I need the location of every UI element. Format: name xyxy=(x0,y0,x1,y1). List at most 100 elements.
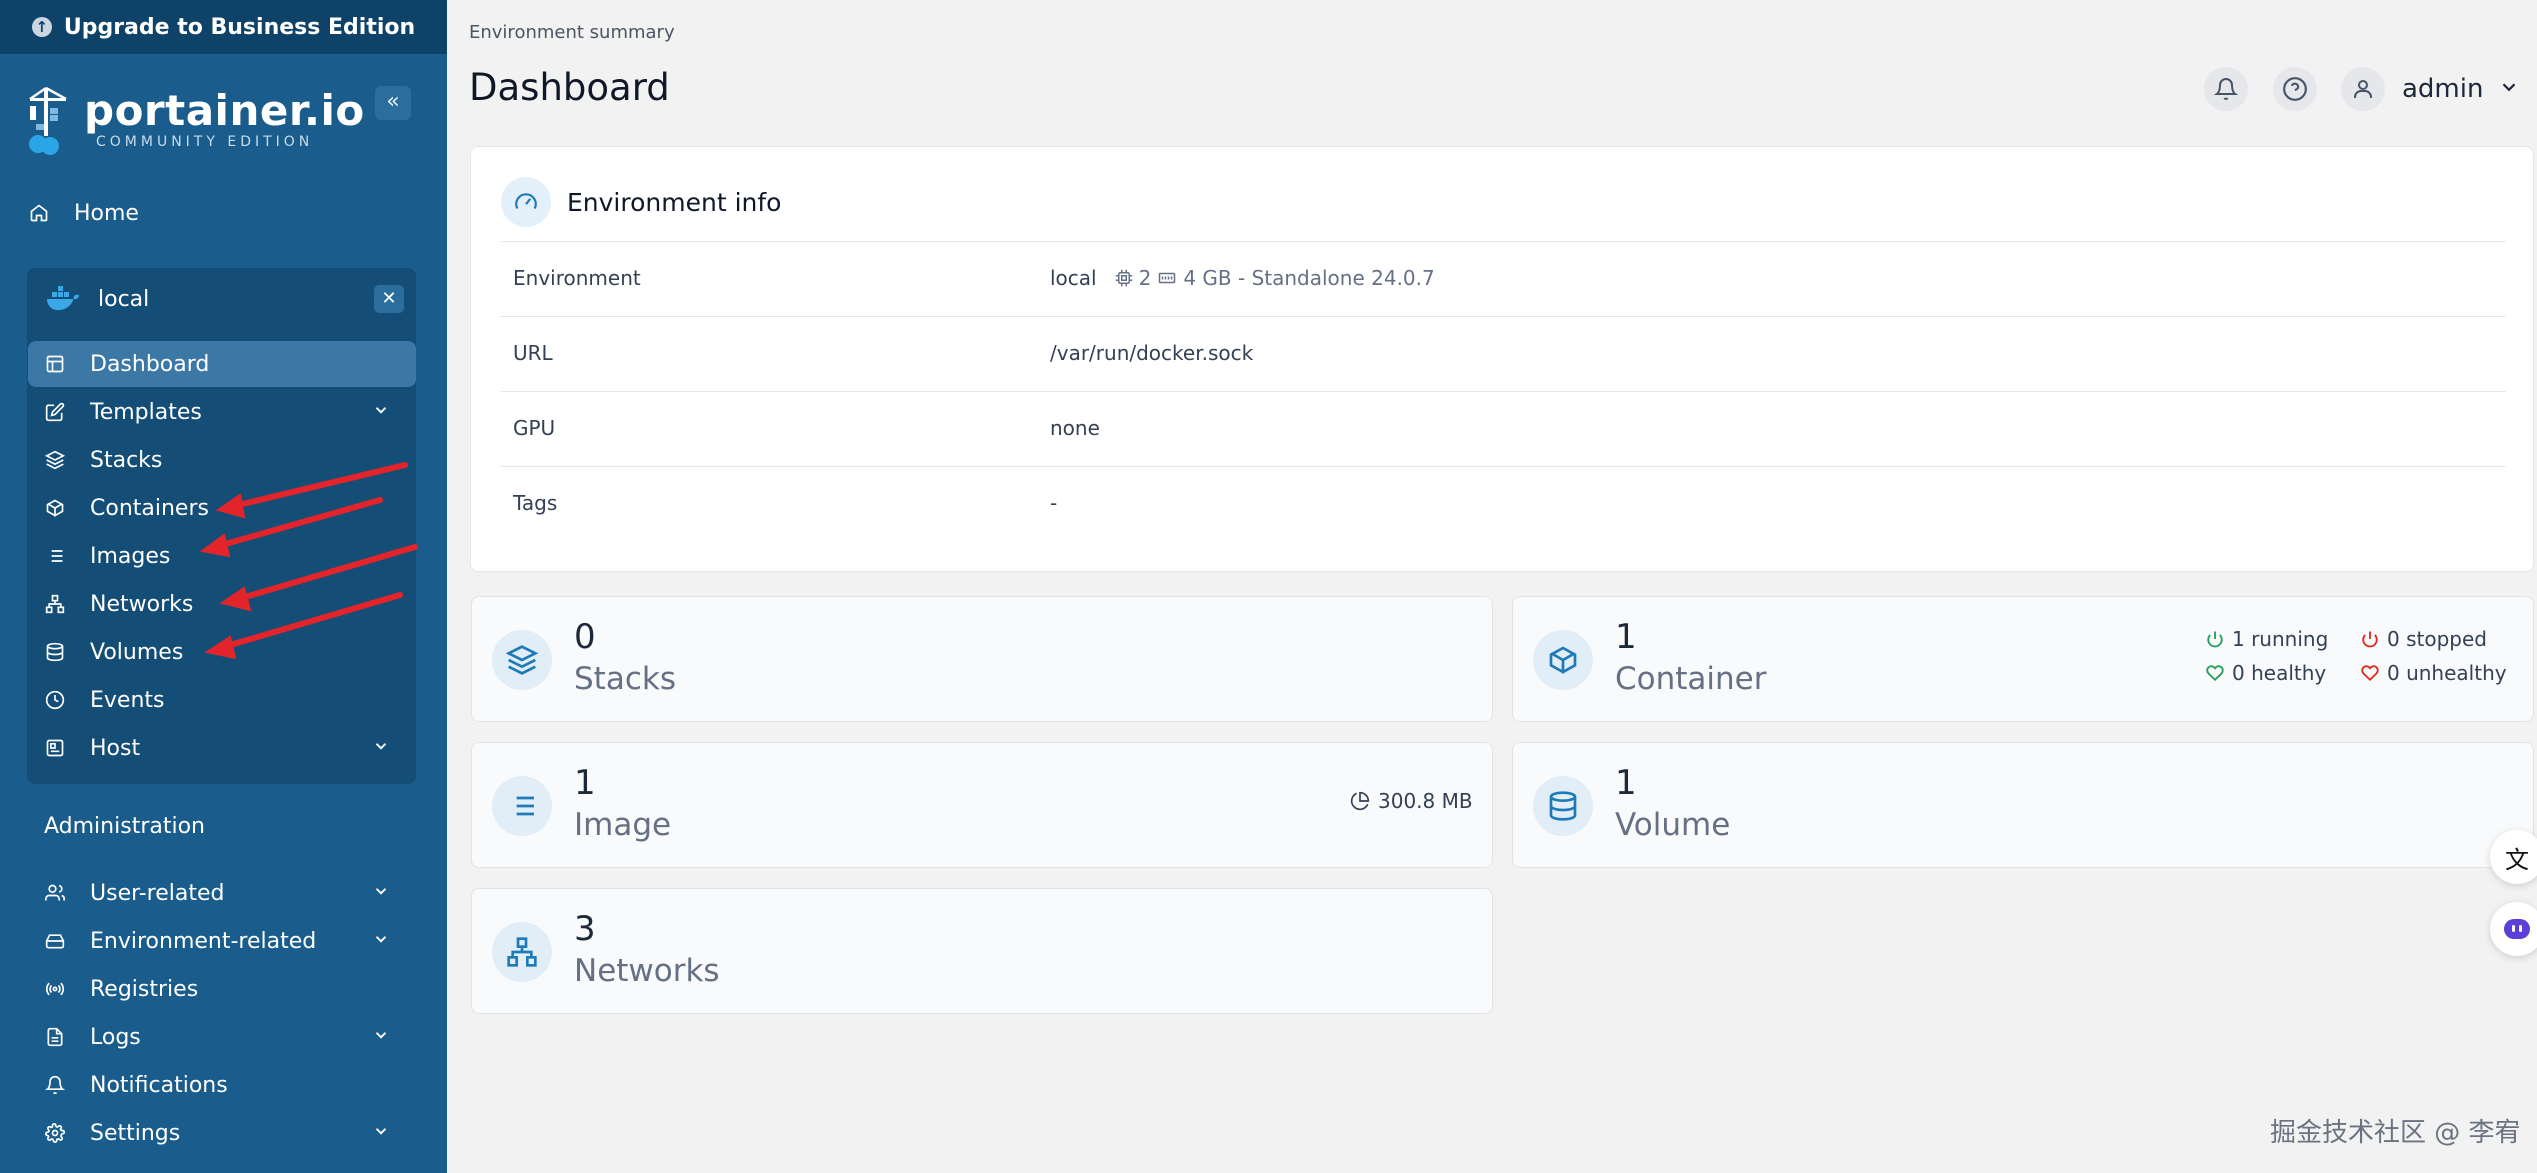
chevron-down-icon xyxy=(372,1121,390,1146)
images-label: Image xyxy=(574,807,672,843)
help-button[interactable] xyxy=(2273,67,2317,111)
sidebar-item-label: Stacks xyxy=(90,447,163,473)
chevron-down-icon xyxy=(372,1025,390,1050)
upgrade-banner[interactable]: ↑ Upgrade to Business Edition xyxy=(0,0,447,54)
info-value: - xyxy=(1050,491,1058,515)
info-key: Tags xyxy=(513,491,558,515)
close-icon: ✕ xyxy=(381,288,397,309)
sidebar-item-dashboard[interactable]: Dashboard xyxy=(44,342,209,386)
sidebar-item-stacks[interactable]: Stacks xyxy=(44,438,162,482)
assistant-button[interactable] xyxy=(2490,902,2537,956)
box-icon xyxy=(44,497,66,519)
sidebar-item-label: Networks xyxy=(90,591,194,617)
info-value: none xyxy=(1050,416,1100,440)
chevron-down-icon xyxy=(372,929,390,954)
sidebar-item-label: Registries xyxy=(90,976,199,1002)
sidebar-item-label: Environment-related xyxy=(90,928,317,954)
sidebar-item-host[interactable]: Host xyxy=(44,726,387,770)
stopped-status: 0 stopped xyxy=(2361,627,2487,651)
environment-info-card: Environment info Environment local 2 4 G… xyxy=(470,146,2534,572)
sidebar-item-label: Home xyxy=(74,200,139,226)
stopped-count: 0 stopped xyxy=(2387,627,2487,651)
sidebar-item-settings[interactable]: Settings xyxy=(44,1111,387,1155)
sidebar-item-label: Templates xyxy=(90,399,202,425)
power-icon xyxy=(2207,631,2223,648)
network-icon xyxy=(44,593,66,615)
sidebar-item-label: Images xyxy=(90,543,171,569)
dashboard-icon xyxy=(44,353,66,375)
cpu-count: 2 xyxy=(1138,266,1152,290)
running-count: 1 running xyxy=(2232,627,2329,651)
cpu-icon xyxy=(1115,269,1132,287)
list-icon xyxy=(492,776,552,836)
home-icon xyxy=(28,202,50,224)
environment-name: local xyxy=(1050,266,1097,290)
sidebar-item-label: Dashboard xyxy=(90,351,210,377)
pie-chart-icon xyxy=(1350,791,1370,811)
file-text-icon xyxy=(44,1026,66,1048)
sidebar-item-events[interactable]: Events xyxy=(44,678,165,722)
info-value: /var/run/docker.sock xyxy=(1050,341,1254,365)
sidebar-item-registries[interactable]: Registries xyxy=(44,967,198,1011)
info-key: URL xyxy=(513,341,553,365)
sidebar-item-user-related[interactable]: User-related xyxy=(44,871,387,915)
networks-label: Networks xyxy=(574,953,720,989)
environment-name: local xyxy=(98,286,150,312)
memory-info: 4 GB - Standalone 24.0.7 xyxy=(1183,266,1435,290)
info-row-environment: Environment local 2 4 GB - Standalone 24… xyxy=(501,241,2506,316)
sidebar-item-containers[interactable]: Containers xyxy=(44,486,209,530)
chevron-down-icon[interactable] xyxy=(2498,76,2520,102)
sidebar: ↑ Upgrade to Business Edition portainer.… xyxy=(0,0,447,1173)
collapse-sidebar-button[interactable]: « xyxy=(375,86,411,120)
sidebar-item-home[interactable]: Home xyxy=(28,191,139,235)
sidebar-item-logs[interactable]: Logs xyxy=(44,1015,387,1059)
users-icon xyxy=(44,882,66,904)
notifications-button[interactable] xyxy=(2204,67,2248,111)
sidebar-item-label: Host xyxy=(90,735,141,761)
portainer-crane-icon xyxy=(29,86,67,155)
bell-icon xyxy=(2214,78,2238,100)
images-size: 300.8 MB xyxy=(1350,789,1473,813)
translate-icon: 文 xyxy=(2505,845,2529,874)
images-card[interactable]: 1 Image 300.8 MB xyxy=(471,742,1493,868)
sidebar-item-notifications[interactable]: Notifications xyxy=(44,1063,228,1107)
sidebar-item-networks[interactable]: Networks xyxy=(44,582,193,626)
heart-icon xyxy=(2361,665,2379,682)
database-icon xyxy=(1533,776,1593,836)
hard-drive-icon xyxy=(44,930,66,952)
healthy-status: 0 healthy xyxy=(2206,661,2326,685)
user-avatar[interactable] xyxy=(2341,67,2385,111)
watermark: 掘金技术社区 @ 李宥 xyxy=(2270,1118,2521,1148)
sidebar-item-volumes[interactable]: Volumes xyxy=(44,630,183,674)
sidebar-item-templates[interactable]: Templates xyxy=(44,390,387,434)
images-count: 1 xyxy=(574,763,596,803)
info-value: local 2 4 GB - Standalone 24.0.7 xyxy=(1050,266,1435,290)
portainer-logo[interactable]: portainer.io COMMUNITY EDITION xyxy=(26,84,365,156)
settings-icon xyxy=(44,1122,66,1144)
database-icon xyxy=(44,641,66,663)
unhealthy-count: 0 unhealthy xyxy=(2387,661,2507,685)
heart-icon xyxy=(2206,665,2224,682)
help-circle-icon xyxy=(2283,77,2307,101)
sidebar-item-images[interactable]: Images xyxy=(44,534,170,578)
clear-environment-button[interactable]: ✕ xyxy=(374,285,404,313)
volumes-label: Volume xyxy=(1615,807,1731,843)
sidebar-item-environment-related[interactable]: Environment-related xyxy=(44,919,387,963)
sidebar-item-label: Volumes xyxy=(90,639,184,665)
containers-card[interactable]: 1 Container 1 running 0 stopped 0 health… xyxy=(1512,596,2534,722)
username[interactable]: admin xyxy=(2402,74,2483,104)
info-row-url: URL /var/run/docker.sock xyxy=(501,316,2506,391)
info-key: Environment xyxy=(513,266,641,290)
info-key: GPU xyxy=(513,416,556,440)
translate-button[interactable]: 文 xyxy=(2490,830,2537,884)
radio-icon xyxy=(44,978,66,1000)
stacks-card[interactable]: 0 Stacks xyxy=(471,596,1493,722)
networks-card[interactable]: 3 Networks xyxy=(471,888,1493,1014)
sidebar-item-label: Settings xyxy=(90,1120,181,1146)
volumes-card[interactable]: 1 Volume xyxy=(1512,742,2534,868)
network-icon xyxy=(492,922,552,982)
containers-label: Container xyxy=(1615,661,1767,697)
unhealthy-status: 0 unhealthy xyxy=(2361,661,2507,685)
volumes-count: 1 xyxy=(1615,763,1637,803)
breadcrumb[interactable]: Environment summary xyxy=(469,22,675,43)
